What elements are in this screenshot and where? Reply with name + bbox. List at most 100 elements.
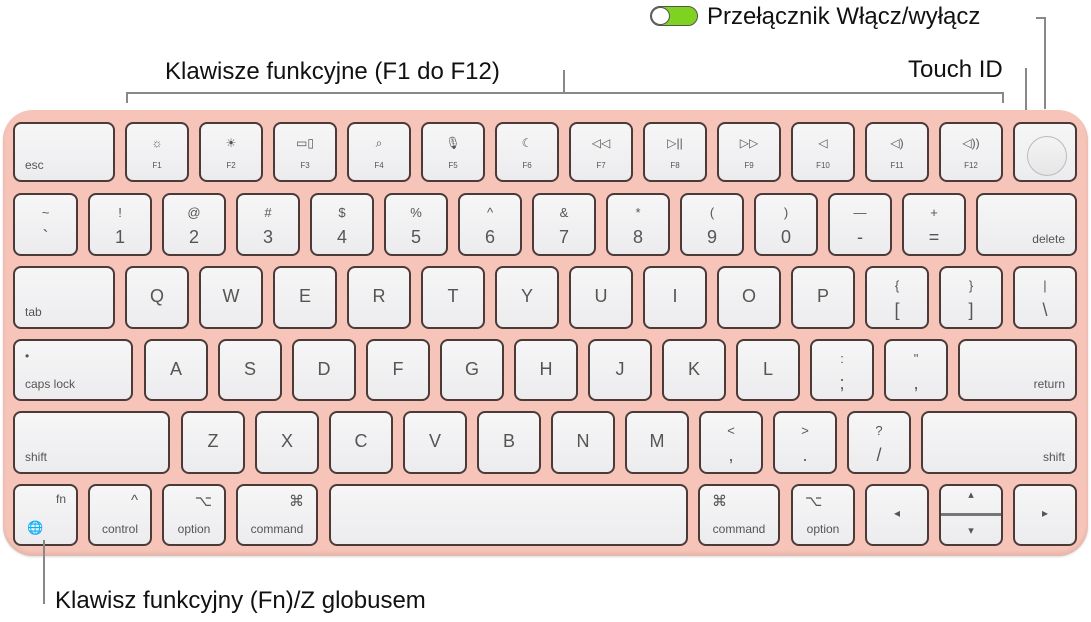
key-o[interactable]: O: [717, 266, 781, 329]
key-r[interactable]: R: [347, 266, 411, 329]
key-4[interactable]: $4: [310, 193, 374, 256]
touch-id-button[interactable]: [1013, 122, 1077, 182]
key-f7[interactable]: ◁◁ F7: [569, 122, 633, 182]
key-f9[interactable]: ▷▷ F9: [717, 122, 781, 182]
key-k[interactable]: K: [662, 339, 726, 401]
key-esc[interactable]: esc: [13, 122, 115, 182]
key-m[interactable]: M: [625, 411, 689, 474]
key-f1[interactable]: ☼ F1: [125, 122, 189, 182]
key-f4[interactable]: ⌕ F4: [347, 122, 411, 182]
key-s[interactable]: S: [218, 339, 282, 401]
key-option[interactable]: option ⌥: [791, 484, 855, 546]
key-shift-label: —: [853, 205, 867, 220]
key-f10[interactable]: ◁ F10: [791, 122, 855, 182]
key-up-down[interactable]: ▴ ▾: [939, 484, 1003, 546]
key-f[interactable]: F: [366, 339, 430, 401]
key-shift-label: {: [894, 278, 900, 293]
key-;[interactable]: :;: [810, 339, 874, 401]
key-\[interactable]: | \: [1013, 266, 1077, 329]
key-option[interactable]: option ⌥: [162, 484, 226, 546]
key-w[interactable]: W: [199, 266, 263, 329]
key-command[interactable]: command ⌘: [236, 484, 318, 546]
key-f11[interactable]: ◁) F11: [865, 122, 929, 182]
callout-function-keys: Klawisze funkcyjne (F1 do F12): [165, 58, 500, 85]
key-label: T: [447, 286, 459, 306]
key-label: F8: [670, 161, 680, 170]
function-icon: ⌕: [375, 136, 383, 150]
key-g[interactable]: G: [440, 339, 504, 401]
arrow-left-icon: ◂: [893, 506, 901, 520]
key-f5[interactable]: 🎙 F5: [421, 122, 485, 182]
key-.[interactable]: >.: [773, 411, 837, 474]
key[interactable]: ◂: [865, 484, 929, 546]
key-f3[interactable]: ▭▯ F3: [273, 122, 337, 182]
key-label: option: [806, 522, 840, 536]
key-caps-lock[interactable]: caps lock •: [13, 339, 133, 401]
key-c[interactable]: C: [329, 411, 393, 474]
key-label: J: [615, 359, 625, 379]
key-`[interactable]: ~ `: [13, 193, 78, 256]
key-label: Y: [520, 286, 533, 306]
key-delete[interactable]: delete: [976, 193, 1077, 256]
key-z[interactable]: Z: [181, 411, 245, 474]
key-shift-label: %: [410, 205, 422, 220]
key-x[interactable]: X: [255, 411, 319, 474]
key-command[interactable]: command ⌘: [698, 484, 780, 546]
key-f6[interactable]: ☾ F6: [495, 122, 559, 182]
function-icon: 🎙: [445, 136, 461, 150]
key-label: =: [928, 227, 940, 247]
key-1[interactable]: ! 1: [88, 193, 152, 256]
key-tab[interactable]: tab: [13, 266, 115, 329]
key-label: M: [649, 431, 665, 451]
key-j[interactable]: J: [588, 339, 652, 401]
key-shift-label: ": [913, 351, 919, 366]
function-icon: ◁◁: [591, 136, 611, 150]
key-8[interactable]: * 8: [606, 193, 670, 256]
key-y[interactable]: Y: [495, 266, 559, 329]
key-p[interactable]: P: [791, 266, 855, 329]
key--[interactable]: — -: [828, 193, 892, 256]
key-h[interactable]: H: [514, 339, 578, 401]
key-f8[interactable]: ▷|| F8: [643, 122, 707, 182]
key-a[interactable]: A: [144, 339, 208, 401]
key-n[interactable]: N: [551, 411, 615, 474]
key-,[interactable]: ",: [884, 339, 948, 401]
key-fn-globe[interactable]: fn 🌐: [13, 484, 78, 546]
key-=[interactable]: + =: [902, 193, 966, 256]
option-symbol-icon: ⌥: [194, 493, 212, 510]
key-shift-label: :: [840, 351, 844, 366]
key-label: F2: [226, 161, 236, 170]
key-label: F10: [816, 161, 830, 170]
key-u[interactable]: U: [569, 266, 633, 329]
key[interactable]: ▸: [1013, 484, 1077, 546]
key-6[interactable]: ^ 6: [458, 193, 522, 256]
key-label: option: [177, 522, 211, 536]
key-b[interactable]: B: [477, 411, 541, 474]
key-label: 5: [410, 227, 421, 247]
key-d[interactable]: D: [292, 339, 356, 401]
key-[[interactable]: {[: [865, 266, 929, 329]
key-t[interactable]: T: [421, 266, 485, 329]
key-space[interactable]: [329, 484, 688, 546]
key-2[interactable]: @2: [162, 193, 226, 256]
key-l[interactable]: L: [736, 339, 800, 401]
key-f2[interactable]: ☀ F2: [199, 122, 263, 182]
key-i[interactable]: I: [643, 266, 707, 329]
key-][interactable]: }]: [939, 266, 1003, 329]
key-e[interactable]: E: [273, 266, 337, 329]
key-3[interactable]: #3: [236, 193, 300, 256]
key-q[interactable]: Q: [125, 266, 189, 329]
key-/[interactable]: ? /: [847, 411, 911, 474]
key-return[interactable]: return: [958, 339, 1077, 401]
key-label: 6: [484, 227, 495, 247]
key-v[interactable]: V: [403, 411, 467, 474]
key-,[interactable]: <,: [699, 411, 763, 474]
key-control[interactable]: control ^: [88, 484, 152, 546]
key-7[interactable]: & 7: [532, 193, 596, 256]
key-9[interactable]: (9: [680, 193, 744, 256]
key-0[interactable]: ) 0: [754, 193, 818, 256]
key-shift[interactable]: shift: [13, 411, 170, 474]
key-f12[interactable]: ◁)) F12: [939, 122, 1003, 182]
key-shift[interactable]: shift: [921, 411, 1077, 474]
key-5[interactable]: % 5: [384, 193, 448, 256]
